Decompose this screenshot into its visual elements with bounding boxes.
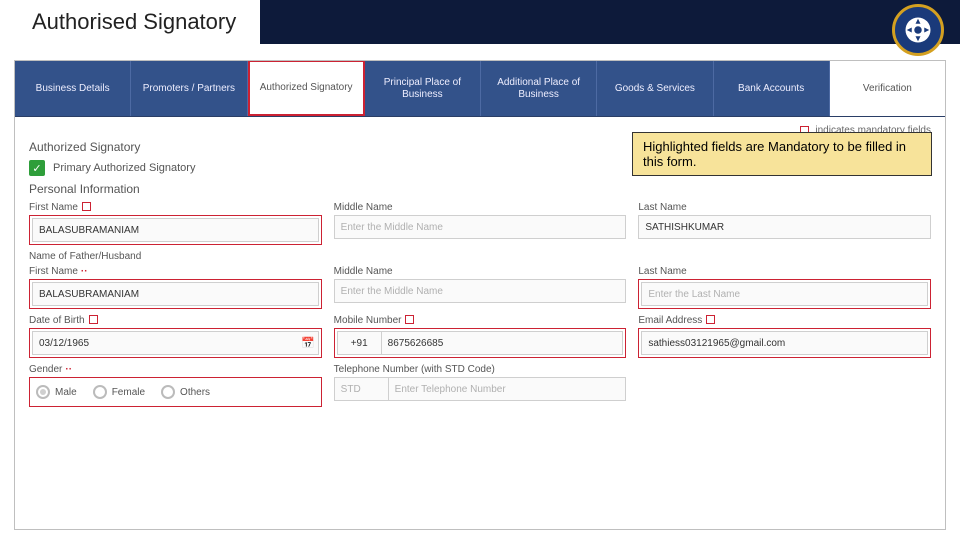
father-first-input[interactable] xyxy=(32,282,319,306)
tab-bank-accounts[interactable]: Bank Accounts xyxy=(714,61,830,116)
tel-std-input[interactable] xyxy=(334,377,388,401)
form-sheet: Business Details Promoters / Partners Au… xyxy=(14,60,946,530)
radio-icon xyxy=(93,385,107,399)
gender-tel-row: Gender Male Female Others Telephone Numb… xyxy=(29,364,931,407)
email-label: Email Address xyxy=(638,315,931,326)
father-last-col: Last Name xyxy=(638,266,931,309)
father-middle-input[interactable] xyxy=(334,279,627,303)
radio-icon xyxy=(161,385,175,399)
gender-female[interactable]: Female xyxy=(93,385,145,399)
title-wrap: Authorised Signatory xyxy=(0,0,260,44)
first-name-label: First Name xyxy=(29,202,322,213)
middle-name-col: Middle Name xyxy=(334,202,627,245)
email-highlight xyxy=(638,328,931,358)
father-middle-label: Middle Name xyxy=(334,266,627,277)
emblem-logo xyxy=(892,4,944,56)
dob-mobile-email-row: Date of Birth 📅 Mobile Number Email Addr… xyxy=(29,315,931,358)
empty-col xyxy=(638,364,931,407)
mobile-col: Mobile Number xyxy=(334,315,627,358)
email-input[interactable] xyxy=(641,331,928,355)
checkbox-checked-icon[interactable]: ✓ xyxy=(29,160,45,176)
gender-male-label: Male xyxy=(55,387,77,398)
father-first-col: First Name xyxy=(29,266,322,309)
tel-wrap xyxy=(334,377,627,401)
first-name-col: First Name xyxy=(29,202,322,245)
dob-col: Date of Birth 📅 xyxy=(29,315,322,358)
tab-promoters[interactable]: Promoters / Partners xyxy=(131,61,247,116)
gender-others[interactable]: Others xyxy=(161,385,210,399)
mandatory-callout: Highlighted fields are Mandatory to be f… xyxy=(632,132,932,176)
gender-highlight: Male Female Others xyxy=(29,377,322,407)
mobile-number-input[interactable] xyxy=(381,331,624,355)
mobile-wrap xyxy=(337,331,624,355)
tab-goods-services[interactable]: Goods & Services xyxy=(597,61,713,116)
gender-others-label: Others xyxy=(180,387,210,398)
dob-input[interactable] xyxy=(32,331,319,355)
mobile-label: Mobile Number xyxy=(334,315,627,326)
father-last-input[interactable] xyxy=(641,282,928,306)
name-row: First Name Middle Name Last Name xyxy=(29,202,931,245)
gender-options: Male Female Others xyxy=(32,380,319,404)
gender-male[interactable]: Male xyxy=(36,385,77,399)
emblem-icon xyxy=(903,15,933,45)
personal-info-heading: Personal Information xyxy=(29,182,931,196)
last-name-col: Last Name xyxy=(638,202,931,245)
primary-signatory-label: Primary Authorized Signatory xyxy=(53,162,195,174)
tab-verification[interactable]: Verification xyxy=(830,61,945,116)
father-first-highlight xyxy=(29,279,322,309)
tab-additional-place[interactable]: Additional Place of Business xyxy=(481,61,597,116)
tab-principal-place[interactable]: Principal Place of Business xyxy=(365,61,481,116)
gender-label: Gender xyxy=(29,364,322,375)
middle-name-label: Middle Name xyxy=(334,202,627,213)
email-col: Email Address xyxy=(638,315,931,358)
last-name-input[interactable] xyxy=(638,215,931,239)
page-title: Authorised Signatory xyxy=(18,3,250,41)
first-name-highlight xyxy=(29,215,322,245)
dob-highlight: 📅 xyxy=(29,328,322,358)
father-middle-col: Middle Name xyxy=(334,266,627,309)
tab-business-details[interactable]: Business Details xyxy=(15,61,131,116)
mobile-cc-input[interactable] xyxy=(337,331,381,355)
gender-female-label: Female xyxy=(112,387,145,398)
father-heading: Name of Father/Husband xyxy=(29,251,931,262)
dob-label: Date of Birth xyxy=(29,315,322,326)
mobile-highlight xyxy=(334,328,627,358)
father-first-label: First Name xyxy=(29,266,322,277)
tel-number-input[interactable] xyxy=(388,377,627,401)
radio-icon xyxy=(36,385,50,399)
gender-col: Gender Male Female Others xyxy=(29,364,322,407)
last-name-label: Last Name xyxy=(638,202,931,213)
father-last-highlight xyxy=(638,279,931,309)
title-bar: Authorised Signatory xyxy=(0,0,960,44)
tab-authorized-signatory[interactable]: Authorized Signatory xyxy=(248,61,365,116)
father-last-label: Last Name xyxy=(638,266,931,277)
tab-strip: Business Details Promoters / Partners Au… xyxy=(15,61,945,117)
first-name-input[interactable] xyxy=(32,218,319,242)
middle-name-input[interactable] xyxy=(334,215,627,239)
tel-label: Telephone Number (with STD Code) xyxy=(334,364,627,375)
callout-text: Highlighted fields are Mandatory to be f… xyxy=(643,139,906,169)
father-row: First Name Middle Name Last Name xyxy=(29,266,931,309)
tel-col: Telephone Number (with STD Code) xyxy=(334,364,627,407)
